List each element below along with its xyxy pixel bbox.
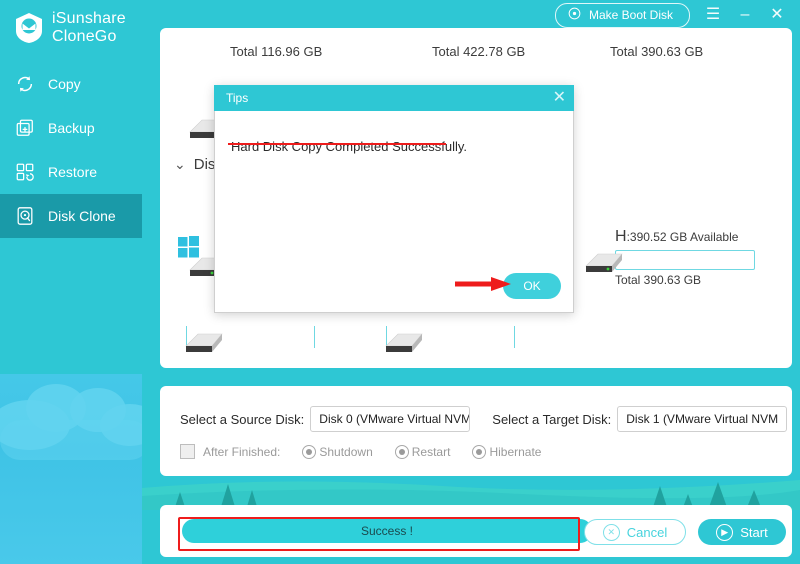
title-bar: Make Boot Disk ☰ – ✕ xyxy=(142,0,800,30)
brand-name: iSunshare CloneGo xyxy=(52,10,126,46)
backup-plus-icon xyxy=(14,117,36,139)
hamburger-menu-icon[interactable]: ☰ xyxy=(704,7,722,23)
dialog-body: Hard Disk Copy Completed Successfully. O… xyxy=(214,111,574,313)
source-disk-label: Select a Source Disk: xyxy=(180,411,305,427)
dialog-title-bar: Tips ✕ xyxy=(214,85,574,111)
chevron-down-icon: ⌄ xyxy=(174,156,186,172)
sidebar-item-backup[interactable]: Backup xyxy=(0,106,142,150)
make-boot-disk-label: Make Boot Disk xyxy=(588,7,673,22)
target-disk-select[interactable]: Disk 1 (VMware Virtual NVM ⌄ xyxy=(617,406,788,432)
brand-line-1: iSunshare xyxy=(52,10,126,27)
cancel-label: Cancel xyxy=(626,524,668,540)
sidebar-item-label: Copy xyxy=(48,76,81,92)
partition-letter: H xyxy=(615,228,627,245)
partition-usage-bar xyxy=(615,250,755,270)
refresh-copy-icon xyxy=(14,73,36,95)
radio-icon xyxy=(302,444,317,459)
close-icon[interactable]: ✕ xyxy=(553,90,566,106)
partition-total: Total 390.63 GB xyxy=(615,273,702,287)
disk-total-label: Total 390.63 GB xyxy=(610,44,704,59)
sidebar-item-restore[interactable]: Restore xyxy=(0,150,142,194)
partition-title: H:390.52 GB Available xyxy=(615,228,755,246)
cancel-button[interactable]: ✕ Cancel xyxy=(584,519,686,545)
radio-restart[interactable]: Restart xyxy=(394,444,451,459)
sidebar-sky-decoration xyxy=(0,374,142,564)
dialog-title: Tips xyxy=(226,91,249,105)
dialog-message: Hard Disk Copy Completed Successfully. xyxy=(231,139,468,154)
sidebar-item-copy[interactable]: Copy xyxy=(0,62,142,106)
target-partition-info: H:390.52 GB Available Total 390.63 GB xyxy=(615,228,755,287)
drive-icon xyxy=(178,330,224,356)
progress-bar: Success ! xyxy=(182,519,592,543)
source-disk-value: Disk 0 (VMware Virtual NVM xyxy=(319,412,471,426)
radio-label: Shutdown xyxy=(319,444,373,459)
action-panel: Success ! ✕ Cancel ▶ Start xyxy=(160,505,792,557)
start-button[interactable]: ▶ Start xyxy=(698,519,786,545)
restore-grid-icon xyxy=(14,161,36,183)
disk-clone-icon xyxy=(14,205,36,227)
disk-totals-row: Total 116.96 GB Total 422.78 GB Total 39… xyxy=(160,44,792,62)
disk-selection-row: Select a Source Disk: Disk 0 (VMware Vir… xyxy=(180,406,788,432)
tips-dialog: Tips ✕ Hard Disk Copy Completed Successf… xyxy=(214,85,574,313)
brand: iSunshare CloneGo xyxy=(0,0,142,46)
chevron-down-icon: ⌄ xyxy=(784,414,786,425)
radio-label: Hibernate xyxy=(489,444,542,459)
scenery-decoration xyxy=(142,470,800,510)
make-boot-disk-button[interactable]: Make Boot Disk xyxy=(554,2,690,28)
radio-hibernate[interactable]: Hibernate xyxy=(472,444,542,459)
shield-logo-icon xyxy=(16,13,42,43)
target-disk-label: Select a Target Disk: xyxy=(492,411,612,427)
after-finished-checkbox[interactable] xyxy=(180,444,195,459)
sidebar: iSunshare CloneGo Copy Backup Restore Di… xyxy=(0,0,142,564)
disk-total-label: Total 116.96 GB xyxy=(230,44,323,59)
minimize-icon[interactable]: – xyxy=(736,7,754,23)
drive-icon xyxy=(378,330,424,356)
start-label: Start xyxy=(740,524,768,540)
sidebar-item-disk-clone[interactable]: Disk Clone xyxy=(0,194,142,238)
progress-status-text: Success ! xyxy=(360,524,414,538)
radio-icon xyxy=(472,444,487,459)
annotation-underline-message xyxy=(228,143,446,145)
source-disk-select[interactable]: Disk 0 (VMware Virtual NVM ⌄ xyxy=(310,406,471,432)
drive-icon xyxy=(578,250,624,276)
target-disk-value: Disk 1 (VMware Virtual NVM xyxy=(626,412,779,426)
disk-total-label: Total 422.78 GB xyxy=(432,44,526,59)
sidebar-item-label: Backup xyxy=(48,120,95,136)
radio-icon xyxy=(394,444,409,459)
application-window: iSunshare CloneGo Copy Backup Restore Di… xyxy=(0,0,800,564)
after-finished-row: After Finished: Shutdown Restart Hiberna… xyxy=(180,444,541,459)
play-circle-icon: ▶ xyxy=(716,523,734,541)
ok-button[interactable]: OK xyxy=(503,273,561,299)
cancel-circle-icon: ✕ xyxy=(602,523,620,541)
disc-icon xyxy=(568,7,581,23)
sidebar-nav: Copy Backup Restore Disk Clone xyxy=(0,62,142,238)
radio-label: Restart xyxy=(411,444,451,459)
after-finished-label: After Finished: xyxy=(203,444,281,459)
annotation-arrow-ok xyxy=(455,277,511,291)
brand-line-2: CloneGo xyxy=(52,28,117,45)
disk-selection-panel: Select a Source Disk: Disk 0 (VMware Vir… xyxy=(160,386,792,476)
partition-available: :390.52 GB Available xyxy=(626,230,739,244)
sidebar-item-label: Disk Clone xyxy=(48,208,116,224)
close-icon[interactable]: ✕ xyxy=(768,7,786,23)
sidebar-item-label: Restore xyxy=(48,164,98,180)
partition-grid xyxy=(174,326,774,350)
radio-shutdown[interactable]: Shutdown xyxy=(302,444,373,459)
